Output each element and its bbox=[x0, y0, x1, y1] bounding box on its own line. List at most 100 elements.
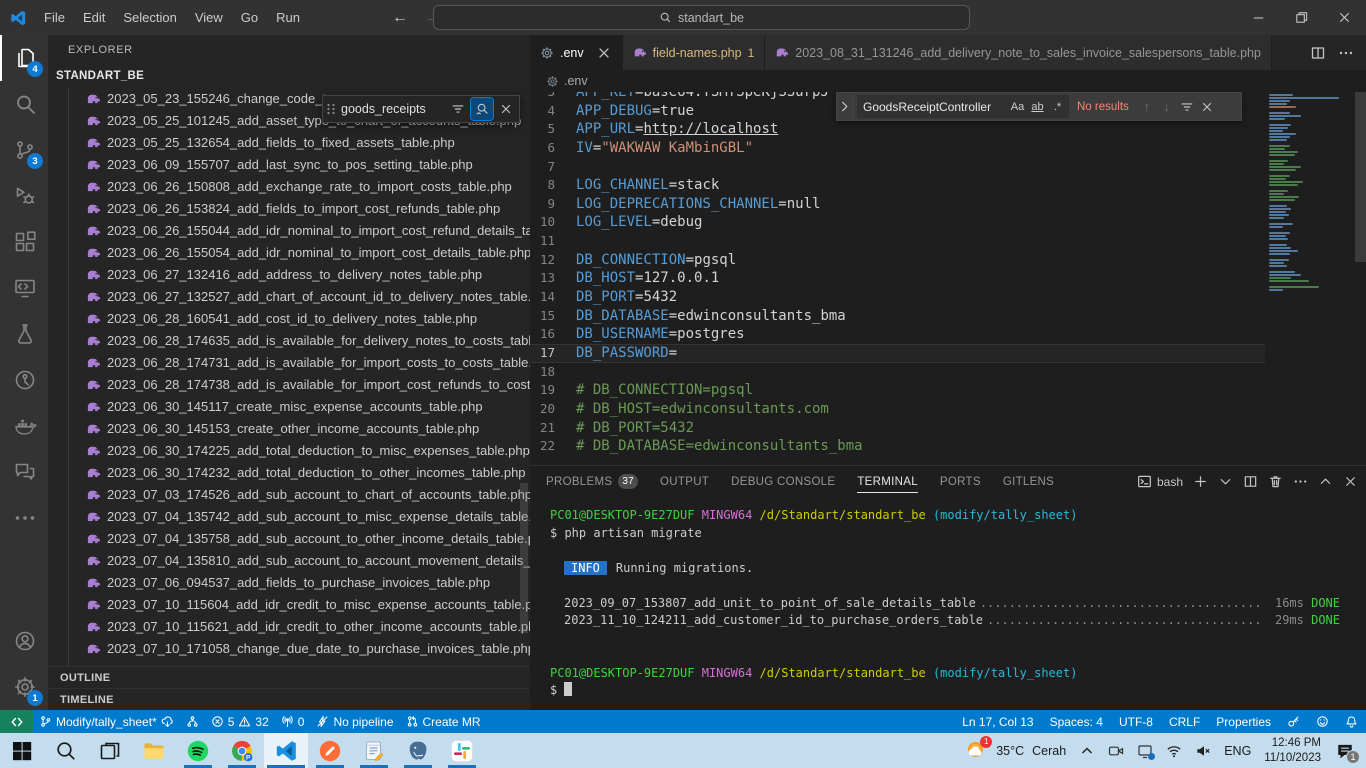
display-sync-icon[interactable] bbox=[1137, 743, 1153, 759]
file-row[interactable]: 2023_06_26_155054_add_idr_nominal_to_imp… bbox=[48, 241, 530, 263]
maximize-panel-icon[interactable] bbox=[1318, 474, 1333, 489]
code-area[interactable]: 3APP_KEY=base64:fSMfSpeKjSSurpJ4APP_DEBU… bbox=[530, 92, 1265, 456]
file-row[interactable]: 2023_07_04_135758_add_sub_account_to_oth… bbox=[48, 527, 530, 549]
file-explorer-icon[interactable] bbox=[132, 733, 176, 768]
menu-run[interactable]: Run bbox=[267, 0, 309, 35]
code-line[interactable]: 20# DB_HOST=edwinconsultants.com bbox=[530, 400, 1265, 419]
branch-status[interactable]: Modify/tally_sheet* bbox=[33, 710, 180, 733]
activity-run-debug-icon[interactable] bbox=[0, 173, 48, 219]
slack-icon[interactable] bbox=[440, 733, 484, 768]
kill-terminal-icon[interactable] bbox=[1268, 474, 1283, 489]
file-row[interactable]: 2023_06_27_132416_add_address_to_deliver… bbox=[48, 263, 530, 285]
postman-icon[interactable] bbox=[308, 733, 352, 768]
code-line[interactable]: 9LOG_DEPRECATIONS_CHANNEL=null bbox=[530, 195, 1265, 214]
code-line[interactable]: 10LOG_LEVEL=debug bbox=[530, 213, 1265, 232]
code-line[interactable]: 11 bbox=[530, 232, 1265, 251]
panel-tab-terminal[interactable]: TERMINAL bbox=[857, 466, 918, 497]
command-center-search[interactable]: standart_be bbox=[433, 5, 970, 30]
activity-extensions-icon[interactable] bbox=[0, 219, 48, 265]
activity-account-icon[interactable] bbox=[0, 618, 48, 664]
whole-word-toggle[interactable]: ab bbox=[1028, 97, 1047, 116]
postgresql-icon[interactable] bbox=[396, 733, 440, 768]
grip-icon[interactable] bbox=[323, 101, 339, 117]
file-row[interactable]: 2023_06_28_174738_add_is_available_for_i… bbox=[48, 373, 530, 395]
split-editor-icon[interactable] bbox=[1310, 45, 1326, 61]
start-button[interactable] bbox=[0, 733, 44, 768]
minimap[interactable] bbox=[1265, 92, 1355, 465]
file-row[interactable]: 2023_06_28_174635_add_is_available_for_d… bbox=[48, 329, 530, 351]
code-line[interactable]: 7 bbox=[530, 158, 1265, 177]
find-in-selection-icon[interactable] bbox=[1177, 97, 1197, 117]
editor-more-icon[interactable] bbox=[1338, 45, 1354, 61]
filter-icon[interactable] bbox=[447, 98, 469, 120]
panel-tab-debug-console[interactable]: DEBUG CONSOLE bbox=[731, 466, 835, 497]
explorer-find-input[interactable]: goods_receipts bbox=[339, 102, 447, 116]
volume-muted-icon[interactable] bbox=[1195, 743, 1211, 759]
close-window-button[interactable] bbox=[1323, 0, 1366, 35]
code-line[interactable]: 15DB_DATABASE=edwinconsultants_bma bbox=[530, 307, 1265, 326]
shell-selector[interactable]: bash bbox=[1137, 474, 1183, 489]
chevron-right-icon[interactable] bbox=[837, 93, 853, 120]
action-center-icon[interactable]: 1 bbox=[1334, 740, 1356, 762]
feedback-icon[interactable] bbox=[1308, 710, 1337, 733]
activity-testing-icon[interactable] bbox=[0, 311, 48, 357]
ports-status[interactable]: 0 bbox=[275, 710, 311, 733]
editor-tab-2[interactable]: field-names.php1 bbox=[623, 35, 766, 70]
menu-selection[interactable]: Selection bbox=[114, 0, 185, 35]
new-terminal-icon[interactable] bbox=[1193, 474, 1208, 489]
file-row[interactable]: 2023_06_26_155044_add_idr_nominal_to_imp… bbox=[48, 219, 530, 241]
wifi-icon[interactable] bbox=[1166, 743, 1182, 759]
previous-match-icon[interactable]: ↑ bbox=[1137, 97, 1157, 117]
code-line[interactable]: 21# DB_PORT=5432 bbox=[530, 419, 1265, 438]
indentation-setting[interactable]: Spaces: 4 bbox=[1042, 710, 1111, 733]
clock[interactable]: 12:46 PM 11/10/2023 bbox=[1264, 736, 1321, 765]
code-line[interactable]: 6IV="WAKWAW KaMbinGBL" bbox=[530, 139, 1265, 158]
activity-docker-icon[interactable] bbox=[0, 403, 48, 449]
commit-graph-button[interactable] bbox=[180, 710, 205, 733]
language-indicator[interactable]: ENG bbox=[1224, 744, 1251, 758]
meet-now-icon[interactable] bbox=[1108, 743, 1124, 759]
create-mr-button[interactable]: Create MR bbox=[400, 710, 487, 733]
language-mode[interactable]: Properties bbox=[1208, 710, 1279, 733]
spotify-icon[interactable] bbox=[176, 733, 220, 768]
file-row[interactable]: 2023_07_04_135742_add_sub_account_to_mis… bbox=[48, 505, 530, 527]
panel-tab-ports[interactable]: PORTS bbox=[940, 466, 981, 497]
code-line[interactable]: 5APP_URL=http://localhost bbox=[530, 120, 1265, 139]
minimize-button[interactable] bbox=[1237, 0, 1280, 35]
code-line[interactable]: 12DB_CONNECTION=pgsql bbox=[530, 251, 1265, 270]
eol-setting[interactable]: CRLF bbox=[1161, 710, 1208, 733]
next-match-icon[interactable]: ↓ bbox=[1157, 97, 1177, 117]
outline-section[interactable]: OUTLINE bbox=[48, 666, 530, 688]
menubar-more-icon[interactable] bbox=[309, 0, 327, 35]
notepad-icon[interactable] bbox=[352, 733, 396, 768]
editor-tab-1[interactable]: .env bbox=[530, 35, 623, 70]
bell-icon[interactable] bbox=[1337, 710, 1366, 733]
taskbar-search-icon[interactable] bbox=[44, 733, 88, 768]
file-row[interactable]: 2023_07_10_115621_add_idr_credit_to_othe… bbox=[48, 615, 530, 637]
file-row[interactable]: 2023_06_26_153824_add_fields_to_import_c… bbox=[48, 197, 530, 219]
sidebar-scrollbar[interactable] bbox=[520, 483, 528, 633]
chevron-down-icon[interactable] bbox=[1218, 474, 1233, 489]
file-row[interactable]: 2023_07_10_115604_add_idr_credit_to_misc… bbox=[48, 593, 530, 615]
code-line[interactable]: 19# DB_CONNECTION=pgsql bbox=[530, 381, 1265, 400]
file-row[interactable]: 2023_06_30_174225_add_total_deduction_to… bbox=[48, 439, 530, 461]
activity-remote-explorer-icon[interactable] bbox=[0, 265, 48, 311]
menu-go[interactable]: Go bbox=[232, 0, 267, 35]
close-panel-icon[interactable] bbox=[1343, 474, 1358, 489]
find-input[interactable]: GoodsReceiptController Aa ab .* bbox=[857, 95, 1069, 118]
activity-explorer-icon[interactable]: 4 bbox=[0, 35, 48, 81]
fuzzy-search-icon[interactable] bbox=[471, 98, 493, 120]
pipeline-status[interactable]: No pipeline bbox=[310, 710, 399, 733]
menu-file[interactable]: File bbox=[35, 0, 74, 35]
close-icon[interactable] bbox=[495, 98, 517, 120]
file-row[interactable]: 2023_06_30_145117_create_misc_expense_ac… bbox=[48, 395, 530, 417]
code-line[interactable]: 13DB_HOST=127.0.0.1 bbox=[530, 269, 1265, 288]
file-row[interactable]: 2023_06_30_145153_create_other_income_ac… bbox=[48, 417, 530, 439]
activity-gitlens-icon[interactable] bbox=[0, 357, 48, 403]
file-row[interactable]: 2023_07_10_171058_change_due_date_to_pur… bbox=[48, 637, 530, 659]
cursor-position[interactable]: Ln 17, Col 13 bbox=[954, 710, 1041, 733]
close-icon[interactable] bbox=[596, 45, 612, 61]
file-row[interactable]: 2023_06_27_132527_add_chart_of_account_i… bbox=[48, 285, 530, 307]
file-row[interactable]: 2023_06_28_174731_add_is_available_for_i… bbox=[48, 351, 530, 373]
file-row[interactable]: 2023_06_09_155707_add_last_sync_to_pos_s… bbox=[48, 153, 530, 175]
